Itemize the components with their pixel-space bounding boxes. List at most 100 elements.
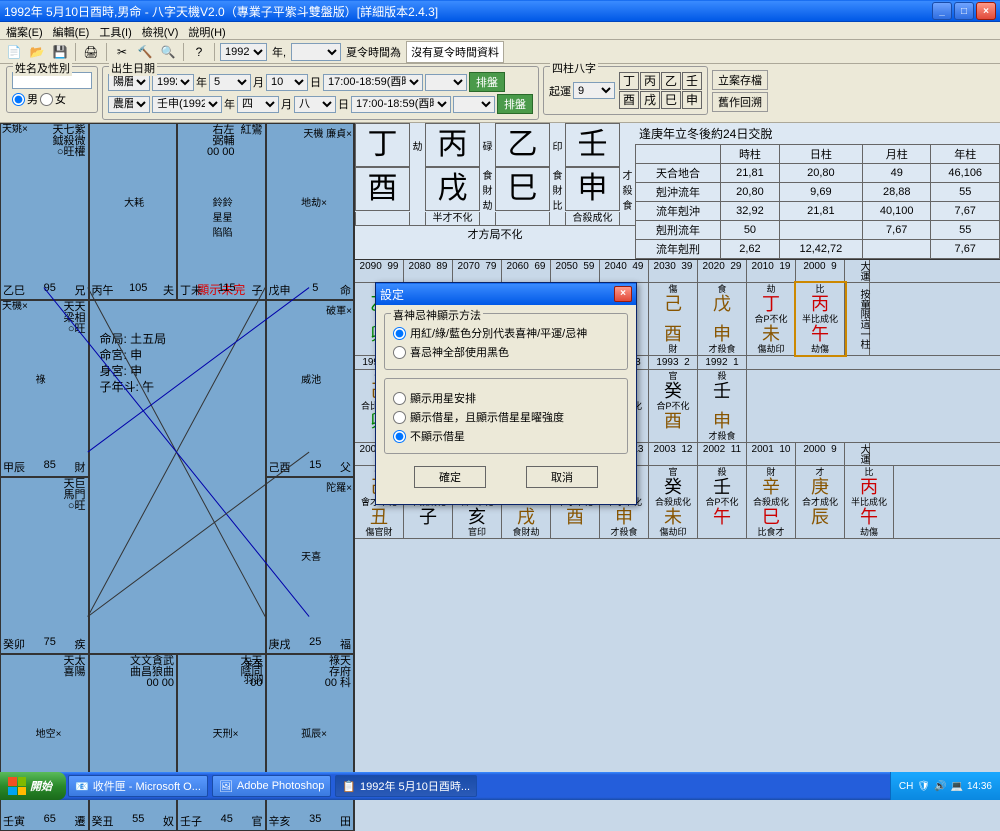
branch-cell: 戌 <box>425 167 480 211</box>
star-opt3-radio[interactable] <box>393 430 406 443</box>
menu-tools[interactable]: 工具(I) <box>99 24 131 37</box>
ziwei-palace[interactable]: 太天陰同00羊羊羽羽天刑×壬子45官 <box>177 654 266 831</box>
star-opt1-radio[interactable] <box>393 392 406 405</box>
luck-cell[interactable]: 殺 壬 合P不化 午 <box>698 466 747 538</box>
color-opt2-radio[interactable] <box>393 346 406 359</box>
star-opt2-radio[interactable] <box>393 411 406 424</box>
menubar: 檔案(E) 編輯(E) 工具(I) 檢視(V) 說明(H) <box>0 22 1000 40</box>
save-icon[interactable]: 💾 <box>50 42 70 62</box>
branch-cell: 酉 <box>355 167 410 211</box>
luck-cell[interactable]: 官 癸 合P不化 酉 <box>649 370 698 442</box>
luck-table: 逢庚年立冬後約24日交脫 時柱日柱月柱年柱天合地合21,8120,804946,… <box>635 123 1000 259</box>
branch-cell: 巳 <box>495 167 550 211</box>
branch-cell: 申 <box>565 167 620 211</box>
maximize-button[interactable]: □ <box>954 2 974 20</box>
tray-icon[interactable]: 🔊 <box>934 781 946 792</box>
luck-cell[interactable]: 劫 丁 合P不化 未 傷劫印 <box>747 283 796 355</box>
stem-cell: 丙 <box>425 123 480 167</box>
ziwei-palace[interactable]: 天七紫鉞殺微○旺權天姚×乙巳95兄 <box>0 123 89 300</box>
dst-select[interactable] <box>291 43 341 61</box>
dst-label: 夏令時間為 <box>344 44 403 60</box>
close-button[interactable]: × <box>976 2 996 20</box>
open-icon[interactable]: 📂 <box>27 42 47 62</box>
ziwei-palace[interactable]: 大耗丙午105夫 <box>89 123 178 300</box>
solar-year-select[interactable]: 1992 <box>152 74 194 91</box>
tray-icon[interactable]: 🛡 <box>917 781 930 792</box>
dialog-ok-button[interactable]: 確定 <box>414 466 486 488</box>
system-tray[interactable]: CH 🛡 🔊 💻 14:36 <box>890 772 1000 800</box>
stem-cell: 乙 <box>495 123 550 167</box>
tool-icon-2[interactable]: 🔨 <box>135 42 155 62</box>
solar-go-button[interactable]: 排盤 <box>469 72 505 92</box>
stem-cell: 丁 <box>355 123 410 167</box>
stem-cell: 壬 <box>565 123 620 167</box>
ziwei-palace[interactable]: 天機 廉貞×地劫×戊申5命 <box>266 123 355 300</box>
qiyun-select[interactable]: 9 <box>573 82 615 99</box>
dialog-cancel-button[interactable]: 取消 <box>526 466 598 488</box>
star-display-group: 顯示用星安排 顯示借星，且顯示借星星曜強度 不顯示借星 <box>384 378 628 454</box>
ziwei-pane: 天七紫鉞殺微○旺權天姚×乙巳95兄大耗丙午105夫紅鸞右左弼輔00 00鈴鈴星星… <box>0 123 355 831</box>
taskbar: 開始 📧 收件匣 - Microsoft O... 🖼 Adobe Photos… <box>0 772 1000 800</box>
luck-cell[interactable]: 官 癸 合殺成化 未 傷劫印 <box>649 466 698 538</box>
lunar-extra-select[interactable] <box>453 96 495 113</box>
lunar-day-select[interactable]: 八 <box>294 96 336 113</box>
luck-cell[interactable]: 比 丙 半比成化 午 劫傷 <box>796 283 845 355</box>
sizhu-grid: 丁丙乙壬 酉戌巳申 <box>619 72 702 109</box>
lunar-hour-select[interactable]: 17:00-18:59(酉時) <box>351 96 451 113</box>
ziwei-palace[interactable]: 祿天存府00 科孤辰×辛亥35田 <box>266 654 355 831</box>
solar-day-select[interactable]: 10 <box>266 74 308 91</box>
task-item[interactable]: 🖼 Adobe Photoshop <box>212 775 331 797</box>
menu-help[interactable]: 說明(H) <box>188 24 225 37</box>
lunar-month-select[interactable]: 四 <box>237 96 279 113</box>
menu-edit[interactable]: 編輯(E) <box>53 24 90 37</box>
task-item-active[interactable]: 📋 1992年 5月10日酉時... <box>335 775 477 797</box>
bazi-header: 丁劫丙碌乙印壬 酉戌食財劫巳食財比申才殺食 半才不化合殺成化 才方局不化 逢庚年… <box>355 123 1000 260</box>
print-icon[interactable]: 🖨 <box>81 42 101 62</box>
solar-month-select[interactable]: 5 <box>209 74 251 91</box>
year-label: 年, <box>270 44 288 60</box>
luck-cell[interactable]: 食 戊 申 才殺食 <box>698 283 747 355</box>
windows-logo-icon <box>8 777 26 795</box>
luck-cell[interactable]: 傷 己 酉 財 <box>649 283 698 355</box>
start-button[interactable]: 開始 <box>0 772 66 800</box>
minimize-button[interactable]: _ <box>932 2 952 20</box>
ziwei-center: 命局: 土五局命宮: 申身宮: 申子年斗: 午 <box>89 300 266 654</box>
ziwei-palace[interactable]: 破軍×威池己酉15父 <box>266 300 355 477</box>
dialog-close-button[interactable]: × <box>614 286 632 302</box>
menu-view[interactable]: 檢視(V) <box>142 24 179 37</box>
menu-file[interactable]: 檔案(E) <box>6 24 43 37</box>
luck-cell[interactable]: 才 庚 合才成化 辰 <box>796 466 845 538</box>
luck-cell[interactable]: 比 丙 半比成化 午 劫傷 <box>845 466 894 538</box>
color-opt1-radio[interactable] <box>393 327 406 340</box>
solar-extra-select[interactable] <box>425 74 467 91</box>
lunar-go-button[interactable]: 排盤 <box>497 94 533 114</box>
calendar-solar-select[interactable]: 陽曆 <box>108 74 150 91</box>
recall-button[interactable]: 舊作回溯 <box>712 92 768 112</box>
luck-cell[interactable]: 財 辛 合殺成化 巳 比食才 <box>747 466 796 538</box>
ziwei-palace[interactable]: 陀羅×天喜庚戌25福 <box>266 477 355 654</box>
dst-status: 沒有夏令時間資料 <box>406 41 504 63</box>
tool-icon-3[interactable]: 🔍 <box>158 42 178 62</box>
new-icon[interactable]: 📄 <box>4 42 24 62</box>
task-item[interactable]: 📧 收件匣 - Microsoft O... <box>68 775 208 797</box>
lunar-year-select[interactable]: 壬申(1992) <box>152 96 222 113</box>
tool-icon-1[interactable]: ✂ <box>112 42 132 62</box>
gender-male-radio[interactable] <box>12 93 25 106</box>
ziwei-palace[interactable]: 文文貪武曲昌狼曲00 00癸丑55奴 <box>89 654 178 831</box>
tray-icon[interactable]: 💻 <box>951 781 963 792</box>
ziwei-palace[interactable]: 天巨馬門○旺癸卯75疾 <box>0 477 89 654</box>
color-method-group: 喜神忌神顯示方法 用紅/綠/藍色分別代表喜神/平運/忌神 喜忌神全部使用黑色 <box>384 313 628 370</box>
solar-hour-select[interactable]: 17:00-18:59(酉時) <box>323 74 423 91</box>
year-select[interactable]: 1992 <box>220 43 267 61</box>
save-case-button[interactable]: 立案存檔 <box>712 70 768 90</box>
settings-dialog: 設定 × 喜神忌神顯示方法 用紅/綠/藍色分別代表喜神/平運/忌神 喜忌神全部使… <box>375 282 637 505</box>
ziwei-palace[interactable]: 天天梁相○旺天機×祿甲辰85財 <box>0 300 89 477</box>
ziwei-palace[interactable]: 天太喜陽地空×壬寅65遷 <box>0 654 89 831</box>
window-title: 1992年 5月10日酉時,男命 - 八字天機V2.0（專業子平紫斗雙盤版）[詳… <box>4 3 932 20</box>
ziwei-palace[interactable]: 紅鸞右左弼輔00 00鈴鈴星星陷陷顯示未完丁未115子 <box>177 123 266 300</box>
luck-cell[interactable]: 殺 壬 申 才殺食 <box>698 370 747 442</box>
gender-female-radio[interactable] <box>40 93 53 106</box>
four-pillars: 丁劫丙碌乙印壬 酉戌食財劫巳食財比申才殺食 半才不化合殺成化 才方局不化 <box>355 123 635 259</box>
calendar-lunar-select[interactable]: 農曆 <box>108 96 150 113</box>
help-icon[interactable]: ? <box>189 42 209 62</box>
